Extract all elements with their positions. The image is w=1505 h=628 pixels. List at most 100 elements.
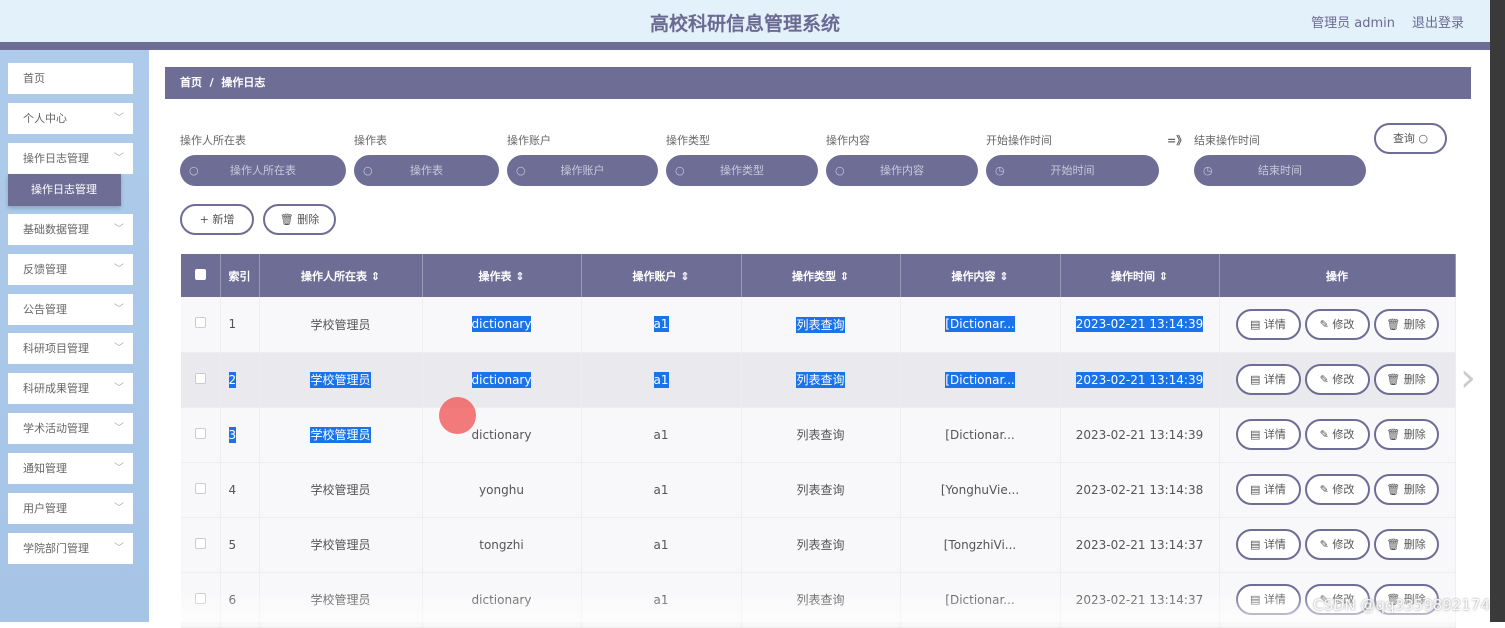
sidebar-item[interactable]: 公告管理 ﹀ — [8, 293, 133, 325]
sidebar-item[interactable]: 反馈管理 ﹀ — [8, 253, 133, 285]
detail-button[interactable]: ▤ 详情 — [1235, 419, 1301, 450]
column-header[interactable]: 索引 — [220, 254, 260, 297]
cell-text: a1 — [653, 316, 669, 333]
table-row[interactable]: 4 学校管理员 yonghu a1 列表查询 [YonghuVie... 2023-02-2… — [181, 462, 1456, 518]
column-header[interactable]: 操作表 ⇕ — [422, 254, 582, 297]
cell-text: 2023-02-21 13:14:39 — [1075, 427, 1204, 442]
row-checkbox[interactable] — [194, 482, 206, 494]
row-checkbox[interactable] — [194, 427, 206, 439]
filter-input[interactable]: ○ 操作内容 — [826, 155, 978, 186]
table-cell: 2023-02-21 13:14:39 — [1060, 352, 1220, 408]
sidebar-item[interactable]: 用户管理 ﹀ — [8, 493, 133, 524]
cell-text: [YonghuVie... — [940, 482, 1020, 497]
table-cell: 列表查询 — [741, 297, 901, 353]
sidebar-item-label: 公告管理 — [23, 302, 67, 316]
table-row[interactable]: 3 学校管理员 dictionary a1 列表查询 [Dictionar... 2023-… — [181, 407, 1456, 463]
row-delete-button[interactable]: 🗑 删除 — [1373, 308, 1439, 340]
sidebar-item[interactable]: 科研成果管理 ﹀ — [8, 373, 133, 405]
filter-label: 结束操作时间 — [1194, 134, 1260, 147]
column-header[interactable]: 操作时间 ⇕ — [1060, 254, 1220, 297]
filter-label: 开始操作时间 — [986, 134, 1052, 147]
detail-button[interactable]: ▤ 详情 — [1235, 308, 1301, 340]
row-select[interactable] — [181, 407, 221, 463]
detail-button[interactable]: ▤ 详情 — [1235, 529, 1301, 560]
filter-input[interactable]: ○ 操作表 — [354, 155, 499, 186]
column-header[interactable]: 操作 — [1219, 254, 1456, 297]
breadcrumb-home[interactable]: 首页 — [180, 76, 202, 89]
edit-button[interactable]: ✎ 修改 — [1304, 364, 1370, 395]
row-checkbox[interactable] — [194, 537, 206, 549]
filter-label: 操作内容 — [826, 134, 870, 147]
cell-text: a1 — [653, 537, 669, 552]
table-row[interactable]: 1 学校管理员 dictionary a1 列表查询 [Dictionar... 2023-… — [181, 297, 1456, 353]
edit-button[interactable]: ✎ 修改 — [1304, 308, 1370, 340]
search-icon: ○ — [189, 164, 199, 177]
row-select[interactable] — [181, 462, 221, 518]
sidebar: 操作日志管理 首页 个人中心 ﹀ 操作日志管理 ﹀ 基础数据管理 ﹀ 反馈管理 ﹀ 公告管理 ﹀ 科研… — [0, 50, 149, 622]
sidebar-item[interactable]: 学术活动管理 ﹀ — [8, 413, 133, 445]
screen-edge — [1490, 0, 1505, 622]
filter-input[interactable]: ○ 操作类型 — [666, 155, 818, 186]
edit-button[interactable]: ✎ 修改 — [1304, 474, 1370, 505]
cell-text: 学校管理员 — [310, 427, 371, 443]
filter-placeholder: 操作表 — [410, 164, 443, 177]
filter-input[interactable]: ◷ 开始时间 — [986, 155, 1159, 186]
cell-text: [Dictionar... — [945, 371, 1015, 388]
column-header[interactable]: 操作内容 ⇕ — [900, 254, 1061, 297]
table-cell: 4 — [220, 462, 260, 518]
row-select[interactable] — [181, 352, 221, 408]
table-row[interactable]: 2 学校管理员 dictionary a1 列表查询 [Dictionar... 2023-… — [181, 352, 1456, 408]
cell-text: 2023-02-21 13:14:38 — [1075, 482, 1204, 497]
row-delete-button[interactable]: 🗑 删除 — [1373, 474, 1439, 505]
cell-text: 2 — [228, 371, 237, 388]
row-actions: ▤ 详情✎ 修改🗑 删除 — [1219, 352, 1456, 408]
chevron-down-icon: ﹀ — [114, 503, 124, 514]
sidebar-item[interactable]: 首页 — [8, 63, 133, 94]
logout-link[interactable]: 退出登录 — [1412, 12, 1464, 31]
row-select[interactable] — [181, 517, 221, 573]
detail-button[interactable]: ▤ 详情 — [1235, 474, 1301, 505]
row-select[interactable] — [181, 297, 221, 353]
header-divider — [0, 42, 1490, 50]
select-all-checkbox[interactable] — [194, 268, 206, 280]
breadcrumb-separator: / — [209, 76, 214, 89]
sidebar-item[interactable]: 个人中心 ﹀ — [8, 102, 133, 134]
filter-input[interactable]: ○ 操作人所在表 — [180, 155, 346, 186]
cell-text: 1 — [228, 317, 237, 332]
sidebar-item[interactable]: 通知管理 ﹀ — [8, 453, 133, 485]
filter-label: 操作人所在表 — [180, 134, 246, 147]
row-delete-button[interactable]: 🗑 删除 — [1373, 529, 1439, 560]
cell-text: 列表查询 — [796, 483, 845, 497]
table-cell: a1 — [581, 517, 742, 573]
filter-input[interactable]: ◷ 结束时间 — [1194, 155, 1366, 186]
cell-text: 列表查询 — [796, 428, 845, 442]
add-button[interactable]: + 新增 — [180, 204, 254, 235]
sidebar-item[interactable]: 学院部门管理 ﹀ — [8, 532, 133, 564]
row-delete-button[interactable]: 🗑 删除 — [1373, 419, 1439, 450]
delete-button[interactable]: 🗑 删除 — [263, 204, 336, 235]
column-header[interactable]: 操作类型 ⇕ — [741, 254, 901, 297]
column-header[interactable]: 操作账户 ⇕ — [581, 254, 742, 297]
filter-input[interactable]: ○ 操作账户 — [507, 155, 658, 186]
column-header[interactable]: 操作人所在表 ⇕ — [259, 254, 423, 297]
cell-text: dictionary — [471, 371, 532, 388]
sidebar-item[interactable]: 操作日志管理 ﹀ — [8, 142, 133, 174]
row-checkbox[interactable] — [194, 372, 206, 384]
edit-button[interactable]: ✎ 修改 — [1304, 419, 1370, 450]
edit-button[interactable]: ✎ 修改 — [1304, 529, 1370, 560]
row-delete-button[interactable]: 🗑 删除 — [1373, 364, 1439, 395]
sidebar-subitem-operation-log[interactable]: 操作日志管理 — [8, 174, 121, 206]
table-row[interactable]: 5 学校管理员 tongzhi a1 列表查询 [TongzhiVi... 2023-02-… — [181, 517, 1456, 573]
sidebar-item[interactable]: 基础数据管理 ﹀ — [8, 213, 133, 245]
table-cell: [YonghuVie... — [900, 462, 1061, 518]
cell-text: dictionary — [471, 427, 532, 442]
row-checkbox[interactable] — [194, 317, 206, 329]
next-arrow-icon[interactable]: › — [1460, 355, 1476, 401]
select-all[interactable] — [181, 254, 221, 297]
chevron-down-icon: ﹀ — [114, 152, 124, 164]
query-button[interactable]: 查询 ○ — [1374, 123, 1447, 154]
cell-text: a1 — [653, 482, 669, 497]
detail-button[interactable]: ▤ 详情 — [1235, 364, 1301, 395]
sidebar-item[interactable]: 科研项目管理 ﹀ — [8, 333, 133, 365]
table-cell: [Dictionar... — [900, 352, 1061, 408]
